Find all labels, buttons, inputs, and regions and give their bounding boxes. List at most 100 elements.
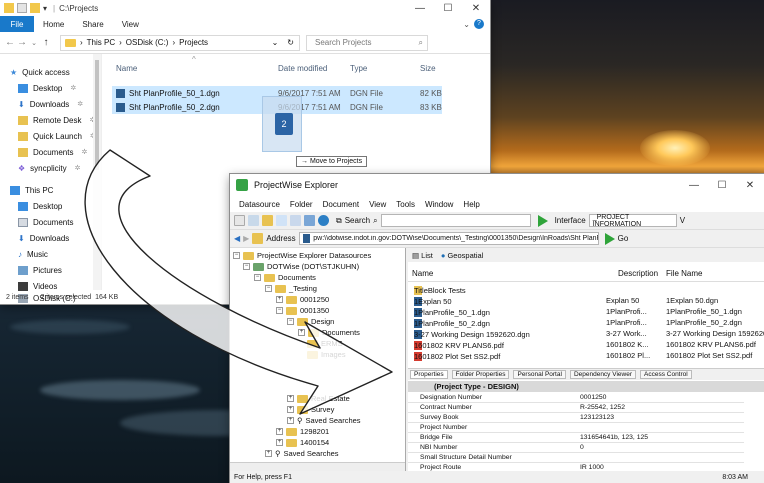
tab-file[interactable]: File (0, 16, 34, 32)
menu-view[interactable]: View (364, 200, 391, 209)
recent-dropdown-icon[interactable]: ⌄ (28, 39, 40, 47)
pw-address-input[interactable]: pw:\\dotwise.indot.in.gov:DOTWise\Docume… (298, 232, 599, 245)
qat-dropdown-icon[interactable]: ▾ (43, 4, 47, 13)
tab-geospatial[interactable]: ● Geospatial (441, 251, 483, 260)
tree-node-saved-searches-root[interactable]: + ⚲ Saved Searches (265, 448, 339, 459)
tree-node-dotwise[interactable]: − DOTWise (DOT\STJKUHN) (243, 261, 359, 272)
sort-icon[interactable] (276, 215, 287, 226)
tab-access-control[interactable]: Access Control (640, 370, 692, 379)
tab-folder-properties[interactable]: Folder Properties (451, 370, 510, 379)
tree-node-testing[interactable]: − _Testing (265, 283, 317, 294)
breadcrumb-this-pc[interactable]: This PC (87, 38, 115, 47)
document-row[interactable]: 1PlanProfile_50_2.dgn 1PlanProfi... 1PlanP… (408, 317, 764, 328)
pw-minimize-button[interactable]: — (680, 180, 708, 191)
col-type[interactable]: Type (350, 64, 367, 73)
list-col-file-name[interactable]: File Name (666, 269, 702, 278)
nav-syncplicity[interactable]: ❖ syncplicity ✲ (0, 160, 101, 176)
col-size[interactable]: Size (420, 64, 436, 73)
tree-node-design-documents[interactable]: + Documents (298, 327, 360, 338)
nav-desktop[interactable]: Desktop ✲ (0, 80, 101, 96)
pw-forward-icon[interactable]: ▶ (243, 234, 249, 243)
menu-datasource[interactable]: Datasource (234, 200, 285, 209)
nav-this-pc[interactable]: This PC (0, 182, 101, 198)
minimize-button[interactable]: — (406, 3, 434, 14)
tree-node-1298201[interactable]: +1298201 (276, 426, 329, 437)
tree-node-1400154[interactable]: +1400154 (276, 437, 329, 448)
col-name[interactable]: Name (116, 64, 137, 73)
breadcrumb-projects[interactable]: Projects (179, 38, 208, 47)
list-view-icon[interactable] (304, 215, 315, 226)
tree-node-documents[interactable]: − Documents (254, 272, 316, 283)
tree-node-design[interactable]: − Design (287, 316, 334, 327)
nav-pc-music[interactable]: ♪ Music (0, 246, 101, 262)
document-row[interactable]: 1PlanProfile_50_1.dgn 1PlanProfi... 1PlanP… (408, 306, 764, 317)
property-row[interactable]: Project Number (408, 423, 744, 433)
search-dropdown-label[interactable]: Search (345, 216, 370, 225)
folder-tool-icon[interactable] (262, 215, 273, 226)
tree-horizontal-scrollbar[interactable] (230, 462, 405, 471)
property-row[interactable]: Contract Number R-25542, 1252 (408, 403, 744, 413)
tree-node-0001350[interactable]: −0001350 (276, 305, 329, 316)
document-row[interactable]: 1Explan 50 Explan 50 1Explan 50.dgn (408, 295, 764, 306)
up-button[interactable]: ↑ (40, 37, 52, 48)
list-col-name[interactable]: Name (412, 269, 433, 278)
nav-quick-access[interactable]: ★ Quick access (0, 64, 101, 80)
nav-quick-launch[interactable]: Quick Launch✲ (0, 128, 101, 144)
refresh-icon[interactable]: ↻ (287, 38, 294, 47)
scrollbar-thumb[interactable] (95, 60, 99, 170)
nav-documents[interactable]: Documents ✲ (0, 144, 101, 160)
tab-properties[interactable]: Properties (410, 370, 448, 379)
col-date-modified[interactable]: Date modified (278, 64, 327, 73)
search-input[interactable]: Search Projects ⌕ (306, 34, 428, 51)
binoculars-icon[interactable]: ⧉ (336, 216, 342, 226)
tab-home[interactable]: Home (34, 20, 73, 29)
nav-pc-downloads[interactable]: ⬇ Downloads (0, 230, 101, 246)
list-col-description[interactable]: Description (618, 269, 658, 278)
back-button[interactable]: ← (4, 37, 16, 48)
pw-back-icon[interactable]: ◀ (234, 234, 240, 243)
globe-icon[interactable] (318, 215, 329, 226)
pw-maximize-button[interactable]: ☐ (708, 180, 736, 191)
tab-personal-portal[interactable]: Personal Portal (513, 370, 566, 379)
tree-node-images[interactable]: Images (307, 349, 346, 360)
menu-tools[interactable]: Tools (391, 200, 420, 209)
nav-scrollbar[interactable] (93, 54, 101, 290)
new-document-icon[interactable] (234, 215, 245, 226)
go-button[interactable]: Go (618, 234, 629, 243)
details-view-icon[interactable] (290, 215, 301, 226)
properties-icon[interactable] (17, 3, 27, 13)
go-arrow-icon[interactable] (604, 232, 615, 245)
new-folder-icon[interactable] (30, 3, 40, 13)
document-row[interactable]: 1601802 KRV PLANS6.pdf 1601802 K... 160180… (408, 339, 764, 350)
breadcrumb-osdisk[interactable]: OSDisk (C:) (126, 38, 169, 47)
property-row[interactable]: Survey Book 123123123 (408, 413, 744, 423)
menu-document[interactable]: Document (318, 200, 364, 209)
help-icon[interactable]: ? (474, 19, 484, 29)
search-options-icon[interactable]: ⌕ (373, 216, 377, 226)
tab-list[interactable]: ▤ List (412, 251, 433, 260)
open-icon[interactable] (248, 215, 259, 226)
tree-node-erms[interactable]: ERMS (307, 338, 343, 349)
tab-dependency-viewer[interactable]: Dependency Viewer (569, 370, 636, 379)
menu-help[interactable]: Help (458, 200, 484, 209)
document-row[interactable]: 1601802 Plot Set SS2.pdf 1601802 Pl... 160… (408, 350, 764, 361)
tab-view[interactable]: View (113, 20, 148, 29)
document-row[interactable]: TitleBlock Tests (408, 284, 764, 295)
menu-window[interactable]: Window (420, 200, 458, 209)
forward-button[interactable]: → (16, 37, 28, 48)
tab-share[interactable]: Share (73, 20, 112, 29)
property-row[interactable]: Designation Number 0001250 (408, 393, 744, 403)
tree-node-real-estate[interactable]: + Real Estate (287, 393, 350, 404)
pw-close-button[interactable]: ✕ (736, 180, 764, 191)
nav-pc-pictures[interactable]: Pictures (0, 262, 101, 278)
expand-ribbon-icon[interactable]: ⌄ (463, 20, 470, 29)
nav-remote-desk[interactable]: Remote Desk✲ (0, 112, 101, 128)
property-row[interactable]: NBI Number 0 (408, 443, 744, 453)
maximize-button[interactable]: ☐ (434, 3, 462, 14)
run-search-icon[interactable] (537, 214, 548, 227)
address-bar[interactable]: › This PC › OSDisk (C:) › Projects ⌄ ↻ (60, 34, 300, 51)
address-dropdown-icon[interactable]: ⌄ (272, 38, 279, 47)
tree-node-saved-searches[interactable]: + ⚲ Saved Searches (287, 415, 361, 426)
property-row[interactable]: Small Structure Detail Number (408, 453, 744, 463)
pw-up-folder-icon[interactable] (252, 233, 264, 244)
